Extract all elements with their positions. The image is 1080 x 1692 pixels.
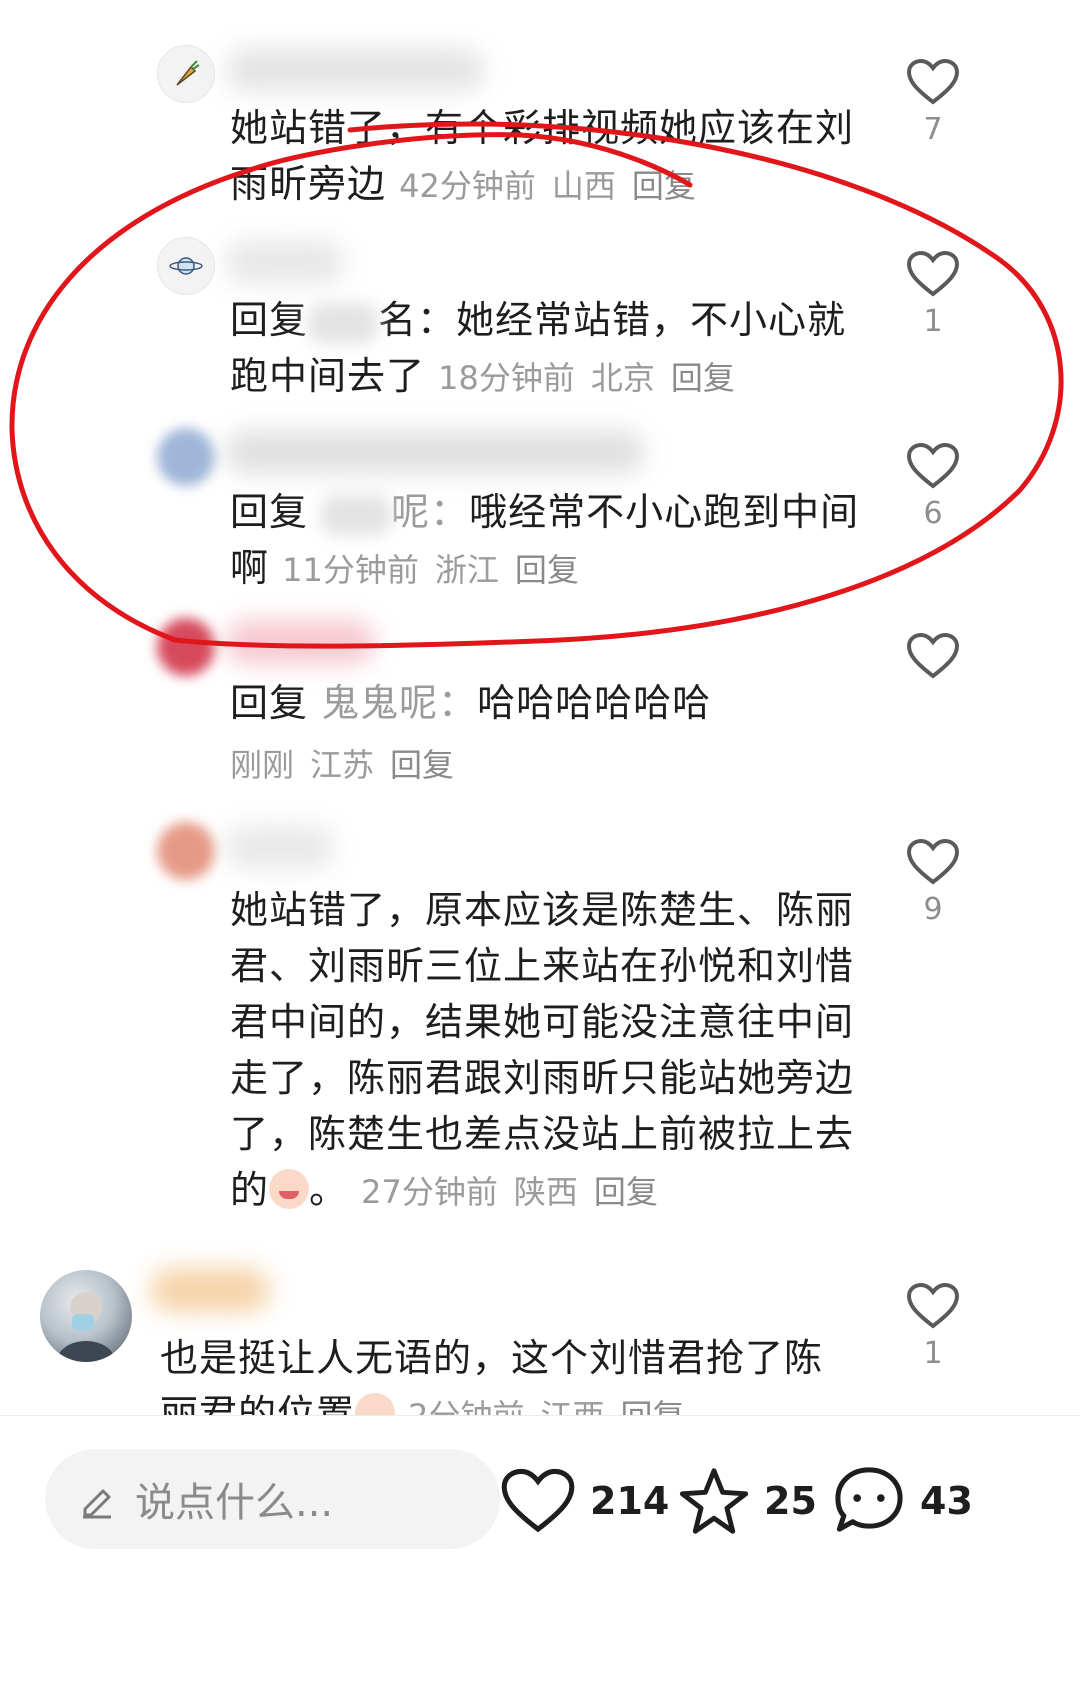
comment-location: 浙江 (434, 551, 499, 589)
comment-text: 回复 名：她经常站错，不小心就跑中间去了 18分钟前 北京 回复 (230, 292, 870, 406)
comments-count: 43 (920, 1479, 973, 1523)
planet-icon (169, 257, 203, 275)
like-button[interactable]: 1 (898, 250, 968, 338)
heart-icon (906, 442, 960, 489)
comment-text: 她站错了，有个彩排视频她应该在刘雨昕旁边 42分钟前 山西 回复 (230, 100, 870, 214)
likes-count: 214 (590, 1479, 670, 1523)
username-blurred[interactable] (225, 240, 345, 284)
username-blurred[interactable] (225, 48, 485, 92)
star-icon (679, 1468, 749, 1534)
username-blurred[interactable] (150, 1268, 270, 1312)
comment-time: 11分钟前 (282, 551, 419, 589)
avatar[interactable] (157, 45, 215, 103)
reply-prefix: 回复 (230, 490, 309, 534)
mention-blurred[interactable] (321, 494, 392, 535)
comment-tail: 。 (309, 1168, 349, 1212)
reply-prefix: 回复 (230, 298, 309, 342)
like-count: 1 (923, 1336, 943, 1371)
comment-location: 江苏 (310, 746, 375, 784)
crying-emoji-icon (355, 1393, 396, 1415)
heart-icon (906, 58, 960, 105)
favorites-count: 25 (764, 1479, 817, 1523)
heart-icon (906, 632, 960, 679)
comment-text: 她站错了，原本应该是陈楚生、陈丽君、刘雨昕三位上来站在孙悦和刘惜君中间的，结果她… (230, 882, 860, 1220)
comment-time: 刚刚 (230, 746, 295, 784)
heart-icon (906, 250, 960, 297)
comment-location: 山西 (551, 167, 616, 205)
like-count: 9 (923, 892, 943, 927)
bottom-action-bar: 说点什么... 214 25 43 (0, 1415, 1080, 1692)
like-button[interactable]: 1 (898, 1282, 968, 1370)
comment-meta: 11分钟前 浙江 回复 (282, 551, 595, 589)
comment-text: 也是挺让人无语的，这个刘惜君抢了陈丽君的位置 2分钟前江西回复 (160, 1330, 860, 1415)
like-count: 7 (923, 112, 943, 147)
heart-icon (501, 1468, 575, 1533)
comment-location: 陕西 (513, 1173, 578, 1211)
mention[interactable]: 鬼鬼呢： (321, 681, 477, 725)
chat-bubble-icon (835, 1467, 903, 1532)
mention-tail: 呢： (391, 490, 470, 534)
like-button[interactable]: 9 (898, 838, 968, 926)
comment-location: 北京 (590, 359, 655, 397)
comment-time: 18分钟前 (438, 359, 575, 397)
comment-list[interactable]: 她站错了，有个彩排视频她应该在刘雨昕旁边 42分钟前 山西 回复 7 回复 名：她经常… (0, 0, 1080, 1415)
comment-meta: 2分钟前江西回复 (408, 1397, 700, 1415)
mention-tail: 名： (378, 298, 457, 342)
avatar[interactable] (157, 822, 215, 880)
favorite-button[interactable]: 25 (678, 1456, 817, 1546)
like-button[interactable]: 6 (898, 442, 968, 530)
comment-text: 回复 鬼鬼呢：哈哈哈哈哈哈 (230, 675, 870, 731)
reply-link[interactable]: 回复 (594, 1173, 658, 1211)
comment-meta: 27分钟前 陕西 回复 (361, 1173, 674, 1211)
username-blurred[interactable] (225, 430, 645, 474)
comment-body: 她站错了，原本应该是陈楚生、陈丽君、刘雨昕三位上来站在孙悦和刘惜君中间的，结果她… (230, 888, 855, 1212)
avatar[interactable] (157, 428, 215, 486)
username-blurred[interactable] (225, 825, 335, 869)
comment-time: 42分钟前 (399, 167, 536, 205)
avatar[interactable] (157, 618, 215, 676)
crying-emoji-icon (269, 1169, 310, 1209)
like-count: 6 (923, 496, 943, 531)
comment-time: 27分钟前 (361, 1173, 498, 1211)
username-blurred[interactable] (225, 620, 375, 664)
comment-meta: 18分钟前 北京 回复 (438, 359, 751, 397)
comment-body: 哈哈哈哈哈哈 (477, 681, 712, 725)
reply-link[interactable]: 回复 (515, 551, 579, 589)
heart-icon (906, 1282, 960, 1329)
comment-text: 回复 呢：哦经常不小心跑到中间啊 11分钟前 浙江 回复 (230, 484, 870, 598)
carrot-icon (176, 60, 200, 86)
comment-time: 2分钟前 (408, 1397, 524, 1415)
reply-link[interactable]: 回复 (621, 1397, 685, 1415)
reply-link[interactable]: 回复 (632, 167, 696, 205)
pencil-icon (83, 1489, 111, 1519)
like-button[interactable] (898, 632, 968, 688)
comment-input[interactable]: 说点什么... (45, 1449, 500, 1549)
like-button[interactable]: 7 (898, 58, 968, 146)
mention-blurred[interactable] (308, 302, 379, 343)
like-post-button[interactable]: 214 (500, 1456, 669, 1546)
comment-meta: 42分钟前 山西 回复 (399, 167, 712, 205)
reply-link[interactable]: 回复 (390, 746, 454, 784)
reply-prefix: 回复 (230, 681, 309, 725)
avatar[interactable] (157, 237, 215, 295)
comment-meta: 刚刚 江苏 回复 (230, 737, 870, 793)
comments-button[interactable]: 43 (832, 1456, 973, 1546)
user-photo-icon (56, 1292, 116, 1362)
reply-link[interactable]: 回复 (671, 359, 735, 397)
comment-location: 江西 (540, 1397, 604, 1415)
heart-icon (906, 838, 960, 885)
like-count: 1 (923, 304, 943, 339)
avatar[interactable] (40, 1270, 132, 1362)
input-placeholder: 说点什么... (135, 1480, 334, 1526)
